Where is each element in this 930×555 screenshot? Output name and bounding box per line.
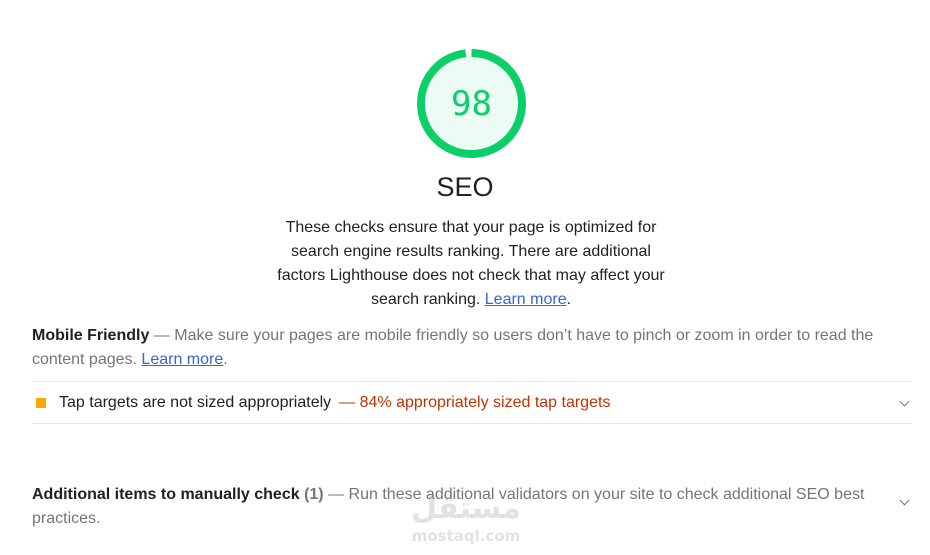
manual-check-title: Additional items to manually check bbox=[32, 486, 300, 503]
audit-tap-targets[interactable]: Tap targets are not sized appropriately … bbox=[32, 382, 912, 423]
average-square-icon bbox=[36, 397, 46, 408]
manual-check-separator: — bbox=[328, 486, 345, 503]
mobile-friendly-separator: — bbox=[153, 327, 170, 344]
category-description-text: These checks ensure that your page is op… bbox=[277, 219, 665, 308]
chevron-down-icon[interactable] bbox=[899, 495, 910, 506]
chevron-down-icon[interactable] bbox=[899, 396, 910, 407]
mobile-friendly-learn-more-link[interactable]: Learn more bbox=[141, 351, 223, 368]
audit-display-value: — 84% appropriately sized tap targets bbox=[339, 393, 611, 411]
audit-title: Tap targets are not sized appropriately bbox=[59, 393, 332, 411]
category-title: SEO bbox=[436, 172, 494, 202]
category-description: These checks ensure that your page is op… bbox=[277, 219, 665, 308]
manual-check-count: (1) bbox=[304, 486, 324, 503]
score-gauge: 98 bbox=[415, 47, 528, 160]
score-value: 98 bbox=[451, 83, 492, 124]
audit-divider-bottom bbox=[32, 423, 912, 424]
manual-check-group[interactable]: Additional items to manually check (1) —… bbox=[32, 483, 912, 531]
mobile-friendly-group-header: Mobile Friendly — Make sure your pages a… bbox=[32, 327, 874, 368]
category-learn-more-link[interactable]: Learn more bbox=[485, 291, 567, 308]
manual-check-header: Additional items to manually check (1) —… bbox=[32, 483, 878, 531]
mobile-friendly-title: Mobile Friendly bbox=[32, 327, 150, 344]
